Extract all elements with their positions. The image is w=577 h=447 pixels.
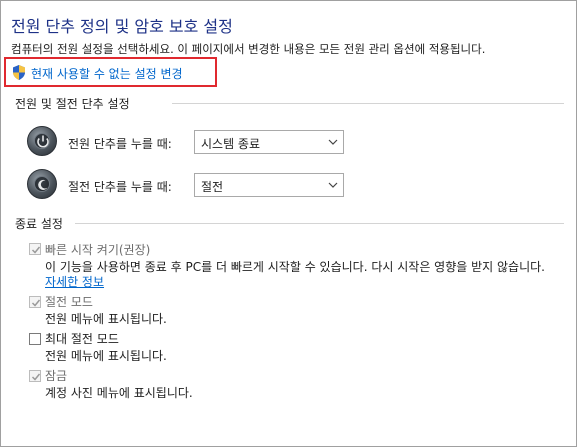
power-button-icon [27, 126, 57, 156]
chevron-down-icon [328, 139, 338, 145]
hibernate-label: 최대 절전 모드 [45, 332, 119, 346]
lock-description: 계정 사진 메뉴에 표시됩니다. [45, 386, 193, 400]
power-button-action-value: 시스템 종료 [201, 137, 261, 151]
lock-checkbox[interactable] [29, 370, 41, 382]
hibernate-description: 전원 메뉴에 표시됩니다. [45, 349, 167, 363]
hibernate-checkbox[interactable] [29, 333, 41, 345]
more-info-link[interactable]: 자세한 정보 [45, 273, 104, 290]
shutdown-section-divider [75, 223, 564, 224]
sleep-button-icon [27, 169, 57, 199]
sleep-button-label: 절전 단추를 누를 때: [68, 180, 172, 194]
change-unavailable-settings-link[interactable]: 현재 사용할 수 없는 설정 변경 [31, 65, 183, 82]
page-title: 전원 단추 정의 및 암호 보호 설정 [11, 17, 233, 36]
fast-startup-description: 이 기능을 사용하면 종료 후 PC를 더 빠르게 시작할 수 있습니다. 다시… [45, 260, 545, 274]
power-button-label: 전원 단추를 누를 때: [68, 137, 172, 151]
sleep-button-action-select[interactable]: 절전 [194, 173, 344, 197]
lock-label: 잠금 [45, 369, 68, 383]
uac-shield-icon [13, 65, 25, 80]
shutdown-section-title: 종료 설정 [15, 217, 63, 231]
power-button-action-select[interactable]: 시스템 종료 [194, 130, 344, 154]
sleep-button-action-value: 절전 [201, 180, 224, 194]
chevron-down-icon [328, 182, 338, 188]
sleep-description: 전원 메뉴에 표시됩니다. [45, 312, 167, 326]
fast-startup-label: 빠른 시작 켜기(권장) [45, 243, 151, 257]
page-description: 컴퓨터의 전원 설정을 선택하세요. 이 페이지에서 변경한 내용은 모든 전원… [11, 42, 486, 56]
power-section-divider [172, 103, 564, 104]
sleep-label: 절전 모드 [45, 295, 93, 309]
sleep-checkbox[interactable] [29, 296, 41, 308]
power-section-title: 전원 및 절전 단추 설정 [15, 97, 130, 111]
fast-startup-checkbox[interactable] [29, 243, 41, 255]
